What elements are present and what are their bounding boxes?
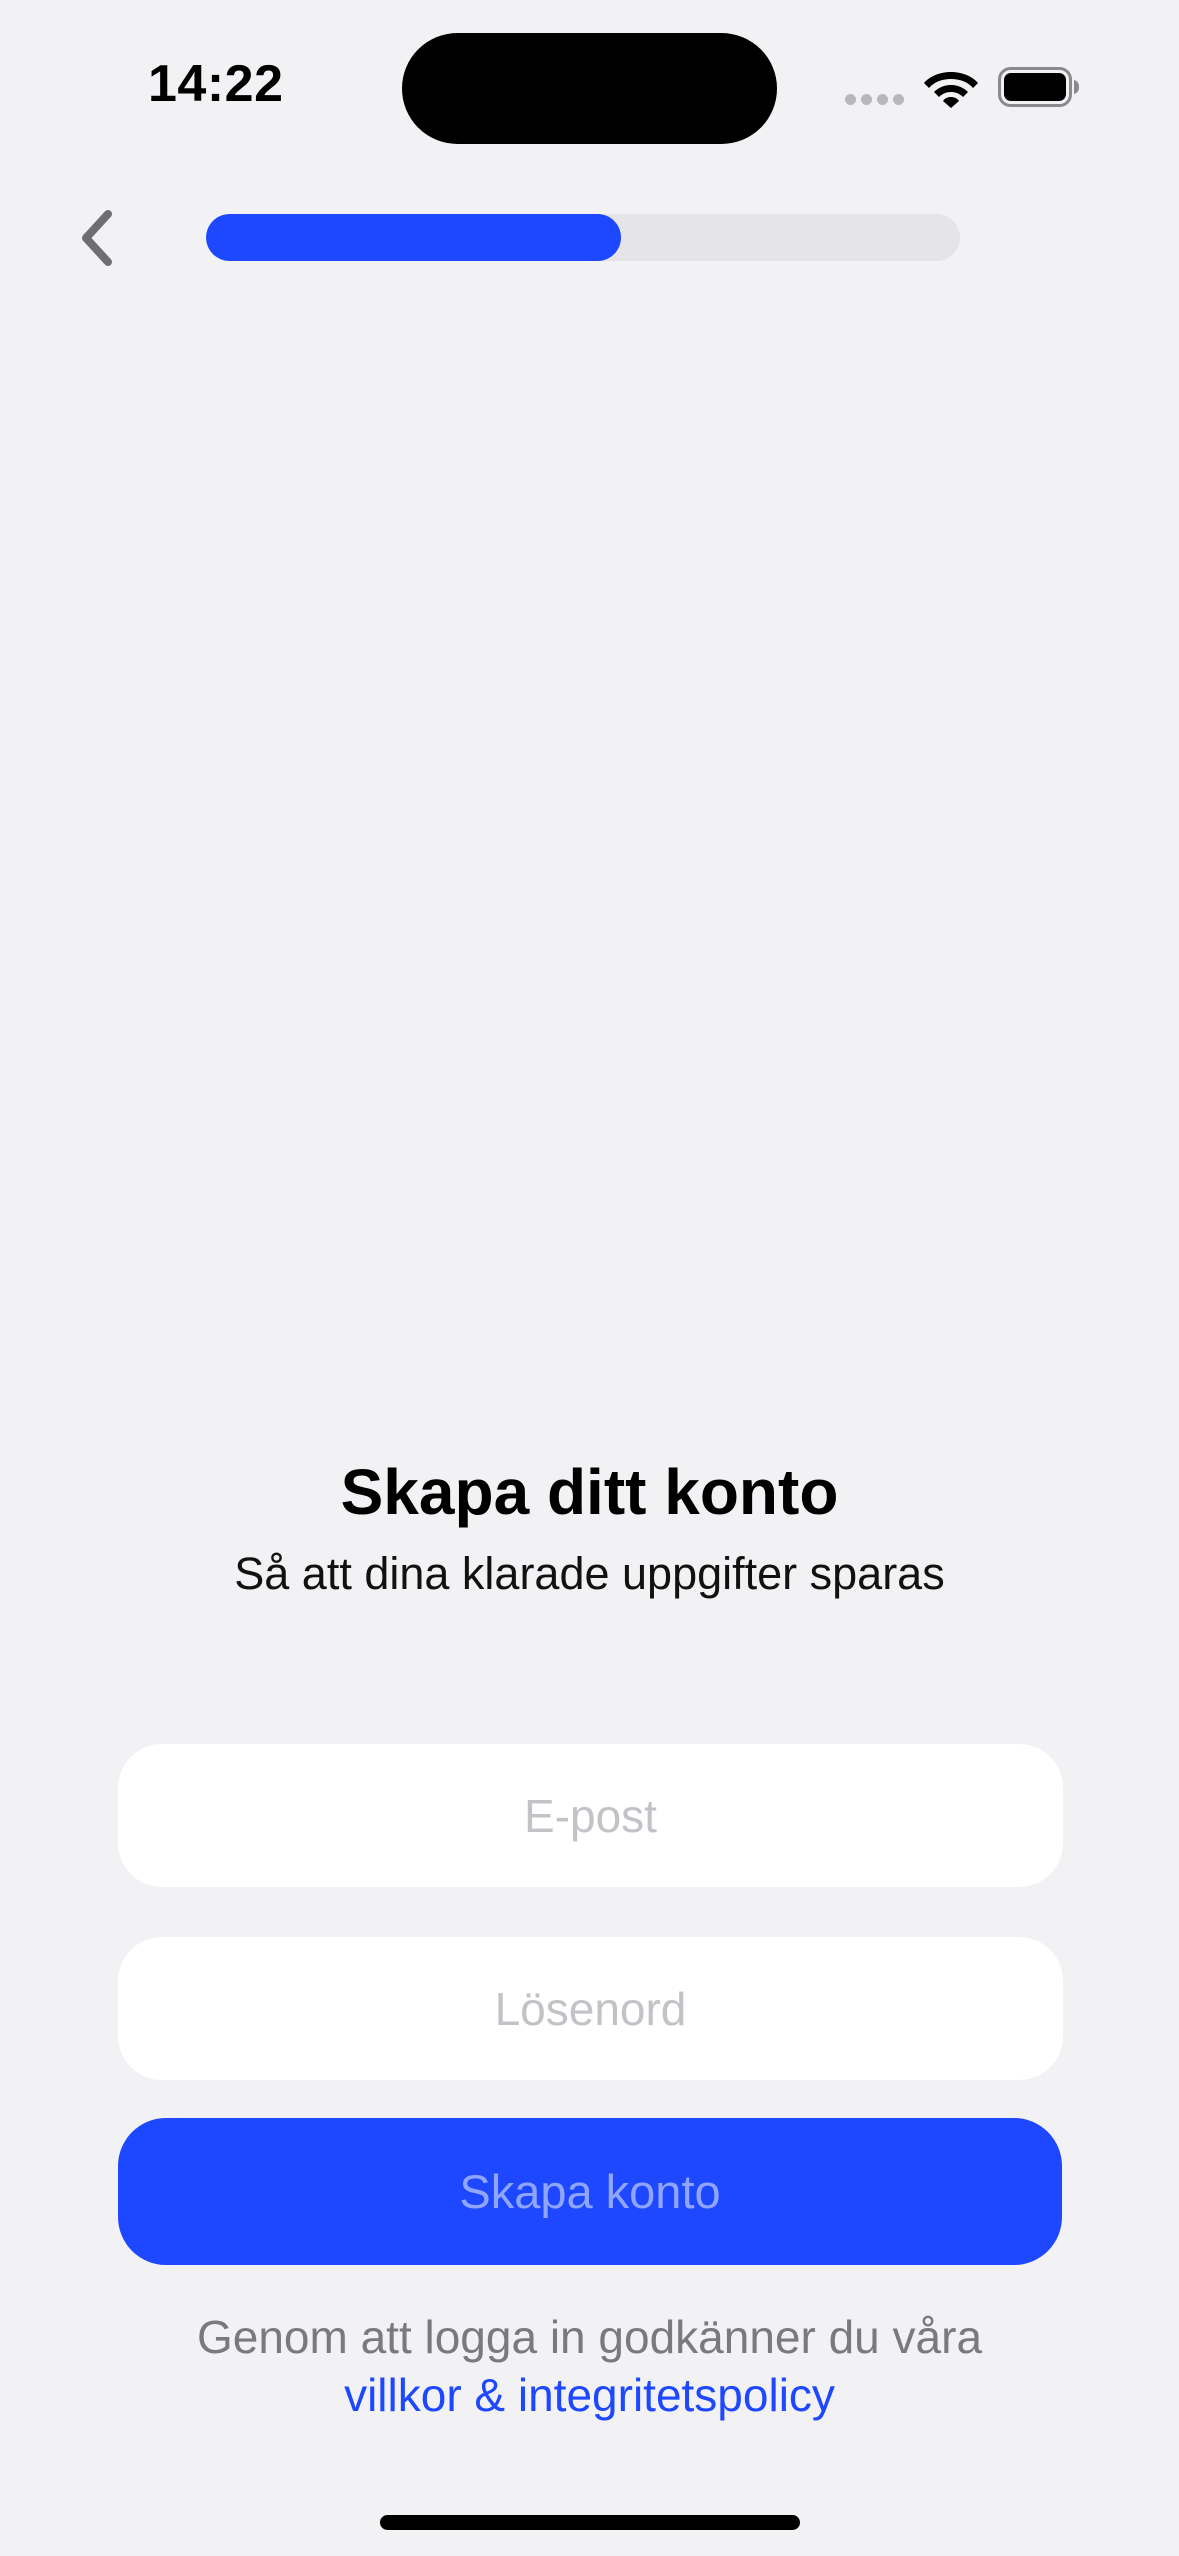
- back-button[interactable]: [66, 202, 126, 274]
- status-time: 14:22: [148, 55, 284, 113]
- terms-link[interactable]: villkor & integritetspolicy: [344, 2369, 835, 2421]
- chevron-left-icon: [82, 210, 112, 266]
- terms-text: Genom att logga in godkänner du våra: [196, 2311, 983, 2363]
- wifi-icon: [924, 72, 978, 108]
- terms-notice: Genom att logga in godkänner du våra vil…: [0, 2308, 1179, 2424]
- cellular-signal-icon: [845, 94, 905, 106]
- home-indicator[interactable]: [380, 2515, 800, 2530]
- page-subtitle: Så att dina klarade uppgifter sparas: [234, 1548, 945, 1599]
- battery-icon: [998, 67, 1079, 107]
- progress-bar: [206, 214, 960, 261]
- password-field[interactable]: [118, 1937, 1063, 2080]
- page-title: Skapa ditt konto: [340, 1456, 839, 1528]
- dynamic-island: [402, 33, 777, 144]
- progress-fill: [206, 214, 621, 261]
- create-account-button[interactable]: Skapa konto: [118, 2118, 1062, 2265]
- email-field[interactable]: [118, 1744, 1063, 1887]
